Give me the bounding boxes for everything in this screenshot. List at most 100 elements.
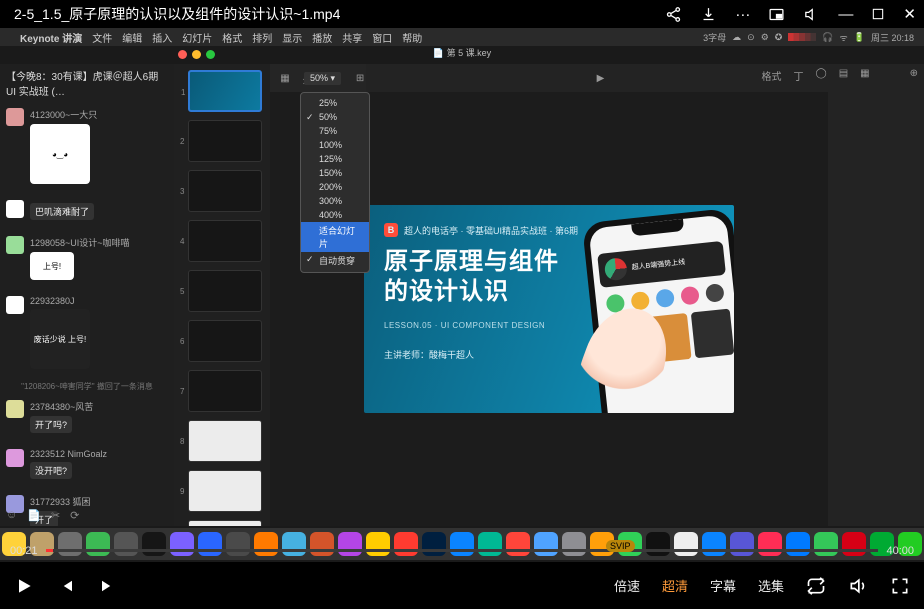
status-text: 3字母 bbox=[703, 31, 726, 44]
next-button[interactable] bbox=[98, 576, 118, 596]
chat-item: 22932380J 废话少说 上号! bbox=[0, 290, 174, 379]
slide-thumb[interactable]: 3 bbox=[188, 170, 262, 212]
slide-thumb[interactable]: 6 bbox=[188, 320, 262, 362]
slide-thumb[interactable]: 7 bbox=[188, 370, 262, 412]
chat-image[interactable]: 上号! bbox=[30, 252, 74, 280]
emoji-icon[interactable]: ☺ bbox=[6, 509, 17, 522]
traffic-lights[interactable] bbox=[178, 50, 215, 59]
cpu-bars-icon bbox=[788, 33, 816, 41]
share-icon[interactable] bbox=[665, 6, 682, 23]
episodes-button[interactable]: 选集 bbox=[758, 576, 784, 595]
video-frame: Keynote 讲演 文件 编辑 插入 幻灯片 格式 排列 显示 播放 共享 窗… bbox=[0, 28, 924, 562]
add-slide-icon[interactable]: ⊞ bbox=[351, 73, 369, 84]
chat-user: 2323512 NimGoalz bbox=[30, 449, 107, 459]
progress-bar-row: 00:21 40:00 SVIP bbox=[0, 539, 924, 562]
slide-thumb[interactable]: 4 bbox=[188, 220, 262, 262]
menu-view[interactable]: 显示 bbox=[282, 30, 302, 45]
download-icon[interactable] bbox=[700, 6, 717, 23]
zoom-auto-option[interactable]: 自动贯穿 bbox=[301, 252, 369, 269]
menu-format[interactable]: 格式 bbox=[222, 30, 242, 45]
chat-item: 2323512 NimGoalz 没开吧? bbox=[0, 443, 174, 489]
tab-text[interactable]: 丁 bbox=[794, 68, 804, 83]
app-logo-icon bbox=[604, 257, 628, 281]
zoom-option[interactable]: 200% bbox=[301, 180, 369, 194]
chat-bubble: 没开吧? bbox=[30, 462, 72, 479]
menu-window[interactable]: 窗口 bbox=[372, 30, 392, 45]
tab-chart[interactable]: ▦ bbox=[860, 68, 869, 83]
play-button[interactable] bbox=[14, 576, 34, 596]
slide-thumb[interactable]: 8 bbox=[188, 420, 262, 462]
window-controls: ··· — ✕ bbox=[665, 5, 916, 23]
zoom-option[interactable]: 400% bbox=[301, 208, 369, 222]
subtitle-button[interactable]: 字幕 bbox=[710, 576, 736, 595]
speed-button[interactable]: 倍速 bbox=[614, 576, 640, 595]
tab-shape[interactable]: ◯ bbox=[816, 68, 827, 83]
quality-button[interactable]: 超清 bbox=[662, 576, 688, 595]
view-icon[interactable]: ▦ bbox=[276, 73, 294, 84]
history-icon[interactable]: ⟳ bbox=[70, 509, 79, 522]
time-total: 40:00 bbox=[886, 545, 914, 557]
zoom-option[interactable]: 125% bbox=[301, 152, 369, 166]
tab-format[interactable]: 格式 bbox=[762, 68, 782, 83]
zoom-fit-option[interactable]: 适合幻灯片 bbox=[301, 222, 369, 252]
minimize-icon[interactable]: — bbox=[838, 6, 853, 23]
scissors-icon[interactable]: ✂ bbox=[51, 509, 60, 522]
menu-insert[interactable]: 插入 bbox=[152, 30, 172, 45]
slide-thumb[interactable]: 5 bbox=[188, 270, 262, 312]
menu-arrange[interactable]: 排列 bbox=[252, 30, 272, 45]
phone-banner: 超人B端强势上线 bbox=[597, 241, 726, 288]
zoom-option[interactable]: 300% bbox=[301, 194, 369, 208]
zoom-option[interactable]: 75% bbox=[301, 124, 369, 138]
tab-table[interactable]: ▤ bbox=[839, 68, 848, 83]
zoom-option[interactable]: 50% bbox=[301, 110, 369, 124]
chat-item: 23784380~风苦开了吗? bbox=[0, 394, 174, 443]
volume-button[interactable] bbox=[848, 576, 868, 596]
play-icon[interactable]: ▶ bbox=[592, 73, 610, 84]
chat-system-msg: "1208206~呻害同学" 撤回了一条消息 bbox=[0, 379, 174, 394]
inspector-tabs-top: 格式 丁 ◯ ▤ ▦ ⊕ bbox=[762, 68, 919, 83]
player-controls: 倍速 超清 字幕 选集 bbox=[0, 562, 924, 609]
slide[interactable]: B 超人的电话亭 · 零基础UI精品实战班 · 第6期 原子原理与组件的设计认识… bbox=[364, 205, 734, 413]
menubar-app[interactable]: Keynote 讲演 bbox=[20, 30, 82, 45]
menu-play[interactable]: 播放 bbox=[312, 30, 332, 45]
zoom-option[interactable]: 25% bbox=[301, 96, 369, 110]
menu-help[interactable]: 帮助 bbox=[402, 30, 422, 45]
zoom-menu[interactable]: 25% 50% 75% 100% 125% 150% 200% 300% 400… bbox=[300, 92, 370, 273]
mute-icon[interactable] bbox=[803, 6, 820, 23]
time-current: 00:21 bbox=[10, 545, 38, 557]
menu-share[interactable]: 共享 bbox=[342, 30, 362, 45]
slide-thumb[interactable]: 1 bbox=[188, 70, 262, 112]
avatar bbox=[6, 200, 24, 218]
file-icon[interactable]: 📄 bbox=[27, 509, 41, 522]
more-icon[interactable]: ··· bbox=[735, 6, 750, 23]
slide-thumb[interactable]: 10 bbox=[188, 520, 262, 526]
menubar-clock: 周三 20:18 bbox=[871, 31, 914, 44]
chat-header: 【今晚8：30有课】虎课＠超人6期 UI 实战班 (… bbox=[0, 64, 174, 102]
avatar bbox=[6, 108, 24, 126]
slide-thumb[interactable]: 2 bbox=[188, 120, 262, 162]
seek-track[interactable] bbox=[46, 549, 879, 552]
tab-collab[interactable]: ⊕ bbox=[910, 68, 918, 83]
zoom-option[interactable]: 100% bbox=[301, 138, 369, 152]
prev-button[interactable] bbox=[56, 576, 76, 596]
chat-item: 巴叽滴难耐了 bbox=[0, 194, 174, 230]
menu-edit[interactable]: 编辑 bbox=[122, 30, 142, 45]
pip-icon[interactable] bbox=[768, 6, 785, 23]
maximize-icon[interactable] bbox=[871, 7, 885, 21]
chat-user: 22932380J bbox=[30, 296, 90, 306]
fullscreen-button[interactable] bbox=[890, 576, 910, 596]
chat-image[interactable]: 废话少说 上号! bbox=[30, 309, 90, 369]
keynote-toolbar: ▦ 50% ▾ ⊞ ▶ bbox=[270, 64, 828, 92]
menu-slide[interactable]: 幻灯片 bbox=[182, 30, 212, 45]
chat-image[interactable]: ◕‿◕ bbox=[30, 124, 90, 184]
slide-navigator[interactable]: 1 2 3 4 5 6 7 8 9 10 11 12 bbox=[174, 64, 270, 526]
slide-thumb[interactable]: 9 bbox=[188, 470, 262, 512]
chat-sidebar: 【今晚8：30有课】虎课＠超人6期 UI 实战班 (… 4123000~一大只 … bbox=[0, 64, 174, 526]
menu-file[interactable]: 文件 bbox=[92, 30, 112, 45]
zoom-option[interactable]: 150% bbox=[301, 166, 369, 180]
document-tab[interactable]: 📄 第 5 课.key bbox=[433, 46, 491, 59]
loop-button[interactable] bbox=[806, 576, 826, 596]
chat-item: 1298058~UI设计~咖啡喵 上号! bbox=[0, 230, 174, 290]
close-icon[interactable]: ✕ bbox=[903, 5, 916, 23]
zoom-dropdown[interactable]: 50% ▾ bbox=[304, 72, 341, 85]
